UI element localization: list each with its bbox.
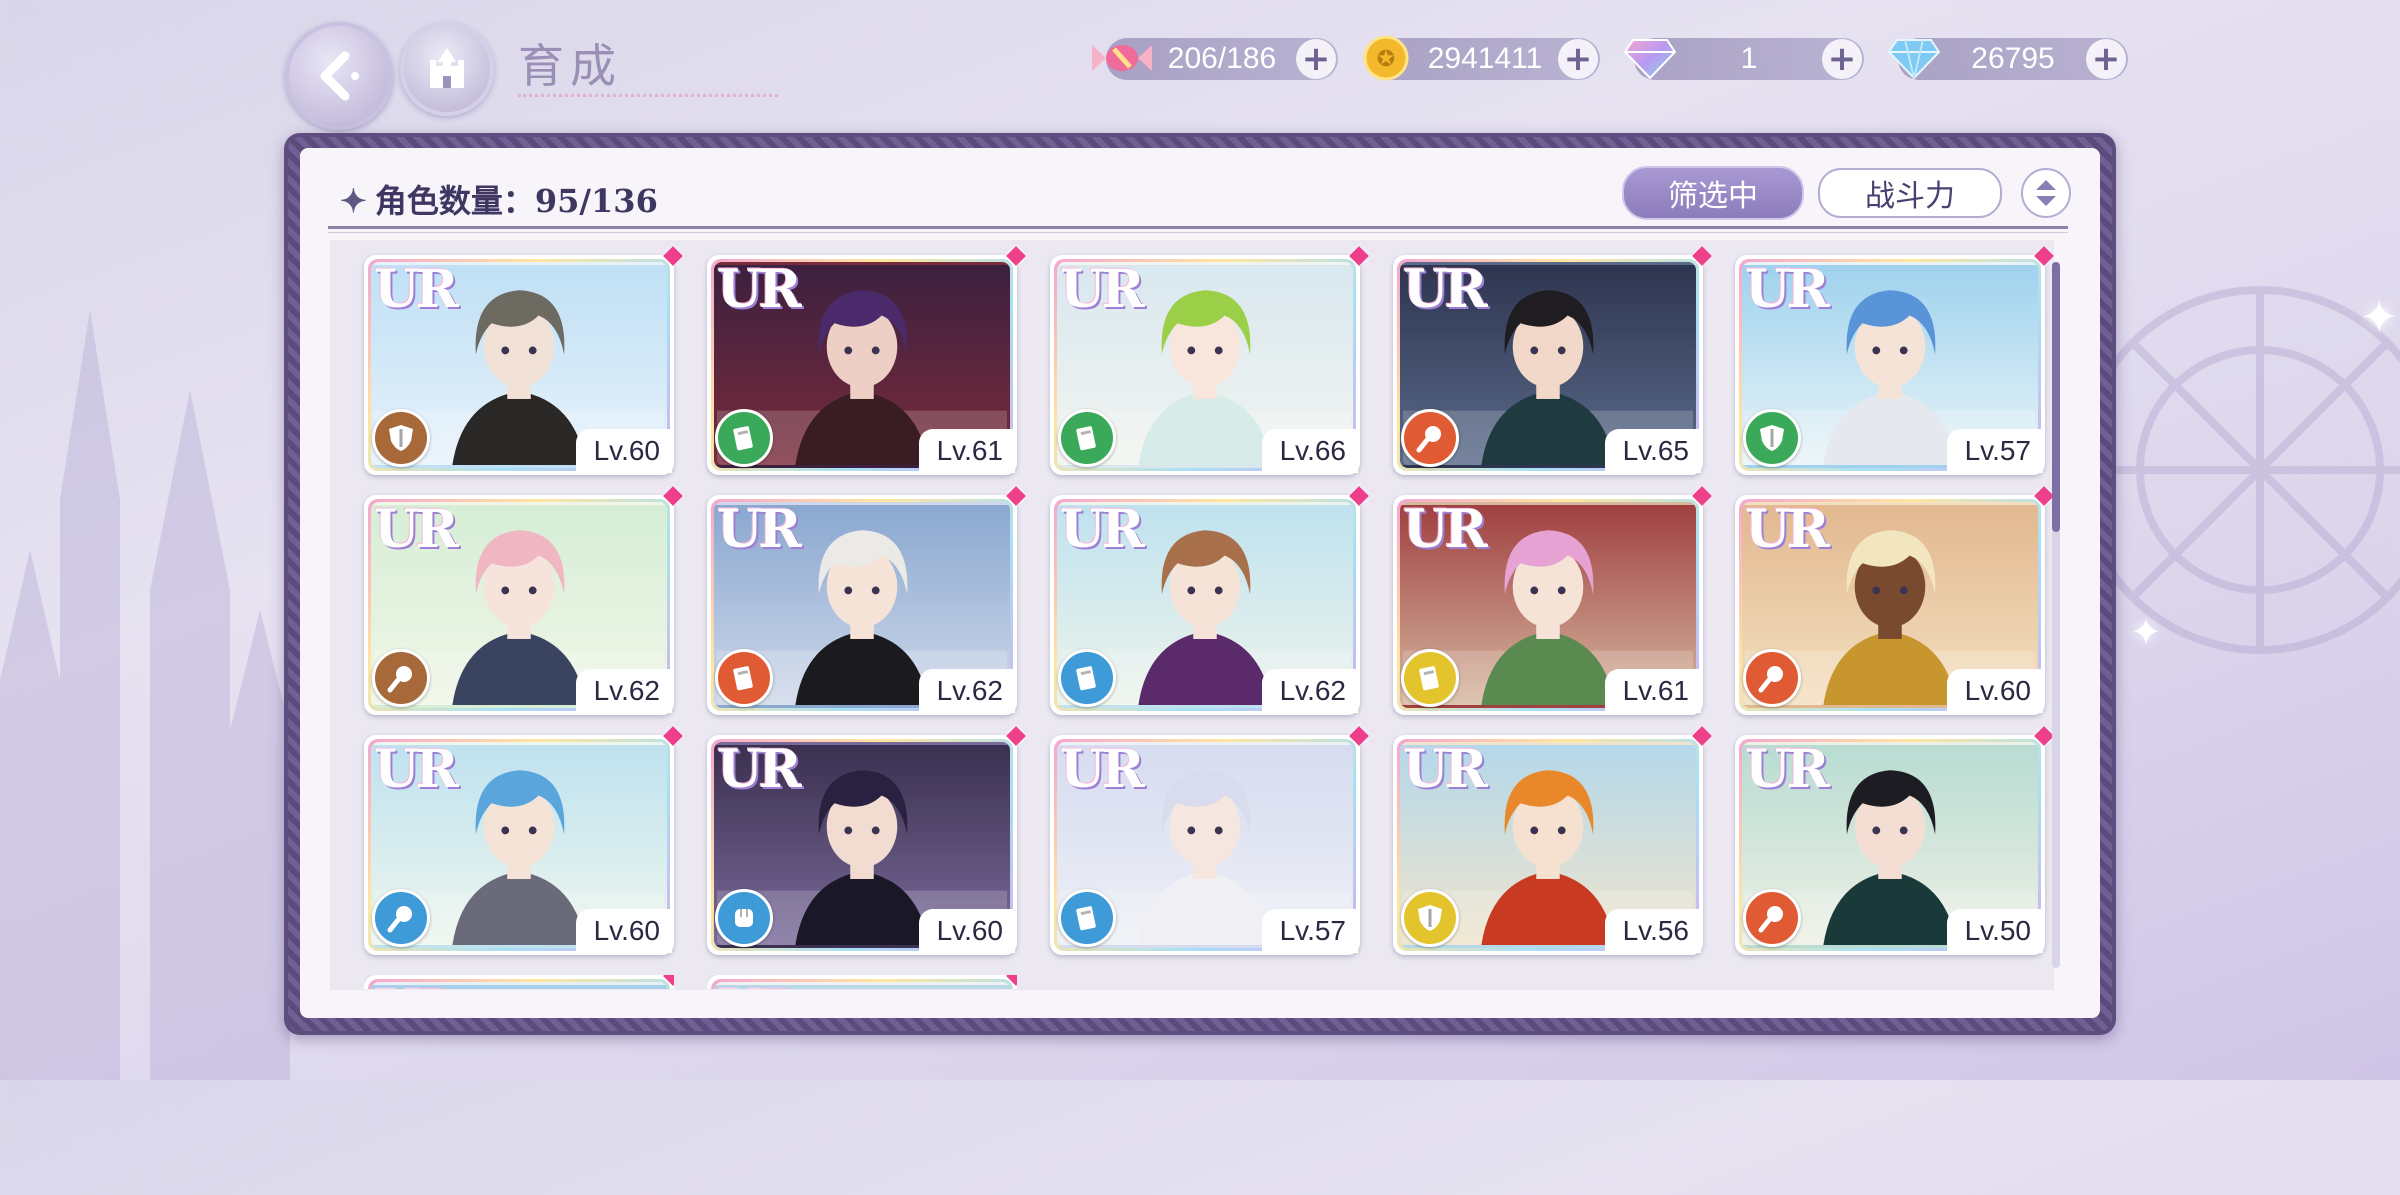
rarity-label: UR bbox=[717, 499, 802, 560]
rarity-label: UR bbox=[1403, 259, 1488, 320]
character-level: Lv.60 bbox=[1946, 669, 2043, 713]
add-blue-diamond-button[interactable]: + bbox=[2086, 39, 2126, 79]
shield-icon bbox=[1743, 409, 1801, 467]
add-rainbow-diamond-button[interactable]: + bbox=[1822, 39, 1862, 79]
character-level: Lv.50 bbox=[1946, 909, 2043, 953]
character-card[interactable]: UR Lv.65 bbox=[1393, 246, 1712, 475]
book-icon bbox=[1058, 889, 1116, 947]
rarity-label: UR bbox=[1060, 739, 1145, 800]
rarity-label: UR bbox=[1403, 499, 1488, 560]
gold-coin-icon: ✪ bbox=[1356, 28, 1416, 88]
character-level: Lv.60 bbox=[575, 909, 672, 953]
rarity-label: UR bbox=[717, 739, 802, 800]
back-button[interactable] bbox=[285, 22, 393, 130]
rarity-label: UR bbox=[374, 739, 459, 800]
rarity-label: UR bbox=[374, 259, 459, 320]
character-card[interactable]: UR Lv.60 bbox=[707, 726, 1026, 955]
character-level: Lv.61 bbox=[918, 429, 1015, 473]
rarity-label: UR bbox=[717, 259, 802, 320]
sort-order-icon bbox=[2036, 180, 2056, 206]
character-level: Lv.60 bbox=[575, 429, 672, 473]
character-count: ✦ 角色数量：95/136 bbox=[340, 176, 658, 222]
character-card[interactable]: UR Lv.62 bbox=[707, 486, 1026, 715]
sort-order-toggle[interactable] bbox=[2021, 168, 2071, 218]
scrollbar-thumb[interactable] bbox=[2052, 262, 2060, 532]
rarity-label: UR bbox=[1403, 739, 1488, 800]
character-level: Lv.61 bbox=[1604, 669, 1701, 713]
character-level: Lv.56 bbox=[1604, 909, 1701, 953]
book-icon bbox=[715, 409, 773, 467]
character-card[interactable]: UR Lv.66 bbox=[1050, 246, 1369, 475]
rarity-label: UR bbox=[1060, 499, 1145, 560]
character-level: Lv.66 bbox=[1261, 429, 1358, 473]
character-card[interactable]: UR Lv.62 bbox=[364, 486, 683, 715]
character-level: Lv.62 bbox=[1261, 669, 1358, 713]
character-card[interactable]: UR Lv.62 bbox=[1050, 486, 1369, 715]
mic-icon bbox=[1743, 649, 1801, 707]
character-card[interactable]: UR Lv.60 bbox=[1735, 486, 2054, 715]
book-icon bbox=[1058, 409, 1116, 467]
blue-diamond-currency: 26795 + bbox=[1887, 38, 2128, 80]
character-level: Lv.57 bbox=[1261, 909, 1358, 953]
sort-button[interactable]: 战斗力 bbox=[1818, 168, 2002, 218]
sparkle-icon: ✦ bbox=[340, 182, 367, 220]
book-icon bbox=[1058, 649, 1116, 707]
character-level: Lv.62 bbox=[918, 669, 1015, 713]
add-candy-button[interactable]: + bbox=[1296, 39, 1336, 79]
add-gold-button[interactable]: + bbox=[1558, 39, 1598, 79]
rarity-label: UR bbox=[1060, 259, 1145, 320]
castle-home-icon bbox=[430, 48, 464, 88]
rarity-label: UR bbox=[1745, 499, 1830, 560]
mic-icon bbox=[372, 649, 430, 707]
character-card[interactable]: UR Lv.57 bbox=[1735, 246, 2054, 475]
mic-icon bbox=[1743, 889, 1801, 947]
rarity-label: UR bbox=[1745, 739, 1830, 800]
character-level: Lv.57 bbox=[1946, 429, 2043, 473]
character-card[interactable]: UR Lv.50 bbox=[1735, 726, 2054, 955]
character-level: Lv.65 bbox=[1604, 429, 1701, 473]
sparkle-decoration: ✦ bbox=[2130, 610, 2162, 654]
rainbow-diamond-currency: 1 + bbox=[1623, 38, 1864, 80]
header-divider-thin bbox=[328, 232, 2068, 233]
svg-text:✪: ✪ bbox=[1377, 47, 1395, 72]
character-card[interactable]: UR Lv.57 bbox=[1050, 726, 1369, 955]
character-card[interactable]: UR Lv.61 bbox=[707, 246, 1026, 475]
filter-button[interactable]: 筛选中 bbox=[1622, 166, 1804, 220]
shield-icon bbox=[372, 409, 430, 467]
rarity-label: UR bbox=[1745, 259, 1830, 320]
character-level: Lv.62 bbox=[575, 669, 672, 713]
home-button[interactable] bbox=[400, 22, 494, 116]
book-icon bbox=[715, 649, 773, 707]
book-icon bbox=[1401, 649, 1459, 707]
candy-currency: 206/186 + bbox=[1092, 38, 1338, 80]
mic-icon bbox=[1401, 409, 1459, 467]
back-arrow-icon bbox=[320, 51, 359, 101]
rainbow-diamond-icon bbox=[1620, 28, 1680, 88]
castle-silhouette-decoration bbox=[0, 310, 290, 1080]
character-card[interactable]: UR Lv.60 bbox=[364, 246, 683, 475]
shield-icon bbox=[1401, 889, 1459, 947]
mic-icon bbox=[372, 889, 430, 947]
gold-currency: ✪ 2941411 + bbox=[1363, 35, 1600, 81]
character-card[interactable]: UR Lv.56 bbox=[1393, 726, 1712, 955]
header-divider bbox=[328, 226, 2068, 229]
sparkle-decoration: ✦ bbox=[2360, 290, 2399, 344]
fist-icon bbox=[715, 889, 773, 947]
character-level: Lv.60 bbox=[918, 909, 1015, 953]
character-card[interactable]: UR Lv.60 bbox=[364, 726, 683, 955]
blue-diamond-icon bbox=[1884, 28, 1944, 88]
rarity-label: UR bbox=[374, 499, 459, 560]
title-decoration bbox=[518, 74, 778, 97]
character-count-text: 角色数量：95/136 bbox=[374, 182, 658, 220]
candy-icon bbox=[1092, 28, 1152, 88]
character-card[interactable]: UR Lv.61 bbox=[1393, 486, 1712, 715]
